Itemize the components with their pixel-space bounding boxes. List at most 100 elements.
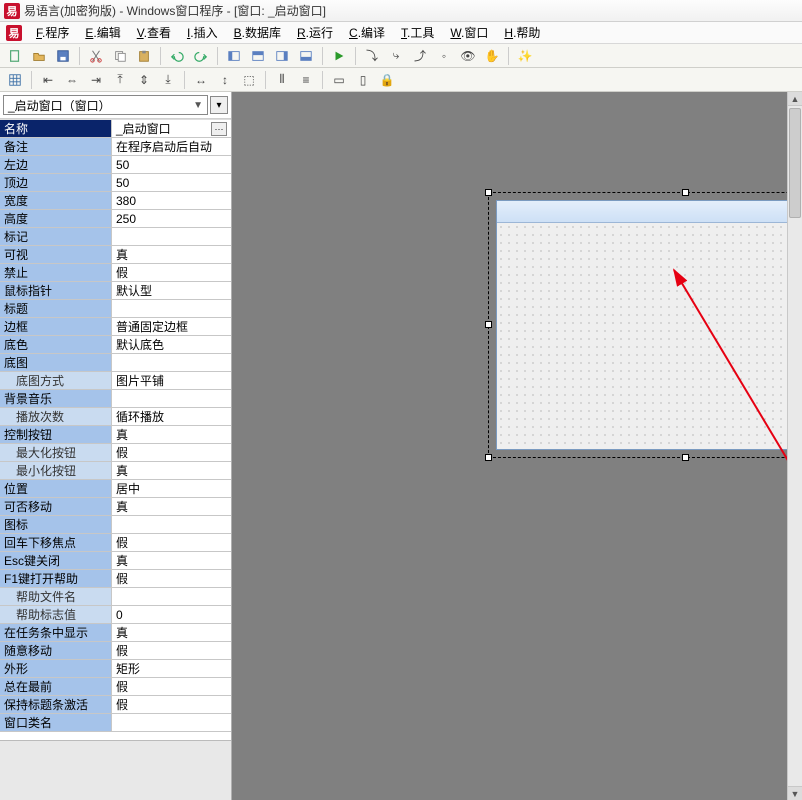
panel2-button[interactable] <box>247 46 269 66</box>
property-row[interactable]: 位置居中 <box>0 480 231 498</box>
property-row[interactable]: 窗口类名 <box>0 714 231 732</box>
center-in-form-h-button[interactable]: ▭ <box>328 70 350 90</box>
property-value[interactable] <box>112 516 231 533</box>
property-value[interactable] <box>112 714 231 731</box>
property-value[interactable]: 假 <box>112 444 231 461</box>
property-row[interactable]: 备注在程序启动后自动 <box>0 138 231 156</box>
property-row[interactable]: 底色默认底色 <box>0 336 231 354</box>
property-row[interactable]: 名称_启动窗口··· <box>0 120 231 138</box>
property-value[interactable] <box>112 354 231 371</box>
property-row[interactable]: 回车下移焦点假 <box>0 534 231 552</box>
property-row[interactable]: 控制按钮真 <box>0 426 231 444</box>
property-row[interactable]: 最大化按钮假 <box>0 444 231 462</box>
scroll-thumb[interactable] <box>789 108 801 218</box>
property-row[interactable]: 总在最前假 <box>0 678 231 696</box>
property-row[interactable]: F1键打开帮助假 <box>0 570 231 588</box>
property-row[interactable]: 随意移动假 <box>0 642 231 660</box>
menu-item[interactable]: R.运行 <box>289 22 341 43</box>
property-value[interactable]: 真 <box>112 426 231 443</box>
property-row[interactable]: 标记 <box>0 228 231 246</box>
property-value[interactable]: 0 <box>112 606 231 623</box>
property-row[interactable]: 可否移动真 <box>0 498 231 516</box>
property-value[interactable]: 假 <box>112 534 231 551</box>
scroll-down-icon[interactable]: ▼ <box>788 786 802 800</box>
ellipsis-button[interactable]: ··· <box>211 122 227 136</box>
property-value[interactable] <box>112 588 231 605</box>
panel1-button[interactable] <box>223 46 245 66</box>
property-row[interactable]: 播放次数循环播放 <box>0 408 231 426</box>
step-out-button[interactable]: ⤴ <box>409 46 431 66</box>
combo-expand-button[interactable]: ▾ <box>210 96 228 114</box>
property-value[interactable]: 50 <box>112 174 231 191</box>
align-right-button[interactable]: ⇥ <box>85 70 107 90</box>
property-value[interactable]: 默认型 <box>112 282 231 299</box>
property-row[interactable]: 图标 <box>0 516 231 534</box>
panel3-button[interactable] <box>271 46 293 66</box>
property-row[interactable]: 保持标题条激活假 <box>0 696 231 714</box>
property-value[interactable]: 50 <box>112 156 231 173</box>
open-button[interactable] <box>28 46 50 66</box>
resize-handle[interactable] <box>485 189 492 196</box>
align-top-button[interactable]: ⤒ <box>109 70 131 90</box>
property-row[interactable]: 左边50 <box>0 156 231 174</box>
property-value[interactable]: 居中 <box>112 480 231 497</box>
property-value[interactable]: 真 <box>112 624 231 641</box>
property-row[interactable]: 边框普通固定边框 <box>0 318 231 336</box>
redo-button[interactable] <box>190 46 212 66</box>
property-row[interactable]: 可视真 <box>0 246 231 264</box>
property-value[interactable]: 假 <box>112 642 231 659</box>
property-row[interactable]: 鼠标指针默认型 <box>0 282 231 300</box>
same-width-button[interactable]: ↔ <box>190 70 212 90</box>
align-center-v-button[interactable]: ⇕ <box>133 70 155 90</box>
panel4-button[interactable] <box>295 46 317 66</box>
menu-item[interactable]: V.查看 <box>129 22 179 43</box>
menu-item[interactable]: I.插入 <box>179 22 226 43</box>
property-value[interactable]: 380 <box>112 192 231 209</box>
property-row[interactable]: 高度250 <box>0 210 231 228</box>
property-row[interactable]: 底图方式图片平铺 <box>0 372 231 390</box>
property-row[interactable]: 底图 <box>0 354 231 372</box>
undo-button[interactable] <box>166 46 188 66</box>
property-row[interactable]: Esc键关闭真 <box>0 552 231 570</box>
property-value[interactable]: 假 <box>112 678 231 695</box>
watch-button[interactable]: 👁 <box>457 46 479 66</box>
resize-handle[interactable] <box>682 189 689 196</box>
property-row[interactable]: 外形矩形 <box>0 660 231 678</box>
menu-item[interactable]: H.帮助 <box>496 22 548 43</box>
property-value[interactable]: _启动窗口··· <box>112 120 231 137</box>
property-value[interactable]: 真 <box>112 246 231 263</box>
new-button[interactable] <box>4 46 26 66</box>
property-value[interactable]: 默认底色 <box>112 336 231 353</box>
same-height-button[interactable]: ↕ <box>214 70 236 90</box>
paste-button[interactable] <box>133 46 155 66</box>
menu-item[interactable]: C.编译 <box>341 22 393 43</box>
property-value[interactable] <box>112 300 231 317</box>
property-value[interactable]: 在程序启动后自动 <box>112 138 231 155</box>
menu-item[interactable]: F.程序 <box>28 22 77 43</box>
space-h-button[interactable]: ⫴ <box>271 70 293 90</box>
property-value[interactable]: 矩形 <box>112 660 231 677</box>
resize-handle[interactable] <box>485 321 492 328</box>
property-row[interactable]: 标题 <box>0 300 231 318</box>
property-value[interactable]: 250 <box>112 210 231 227</box>
breakpoint-button[interactable]: ◦ <box>433 46 455 66</box>
same-size-button[interactable]: ⬚ <box>238 70 260 90</box>
menu-item[interactable]: B.数据库 <box>226 22 289 43</box>
property-value[interactable]: 假 <box>112 264 231 281</box>
align-center-h-button[interactable]: ⇔ <box>61 70 83 90</box>
property-value[interactable]: 真 <box>112 498 231 515</box>
property-value[interactable]: 循环播放 <box>112 408 231 425</box>
object-combo[interactable]: _启动窗口（窗口） ▼ <box>3 95 208 115</box>
copy-button[interactable] <box>109 46 131 66</box>
center-in-form-v-button[interactable]: ▯ <box>352 70 374 90</box>
property-value[interactable]: 假 <box>112 570 231 587</box>
hand-button[interactable]: ✋ <box>481 46 503 66</box>
save-button[interactable] <box>52 46 74 66</box>
property-value[interactable]: 真 <box>112 462 231 479</box>
menu-item[interactable]: W.窗口 <box>442 22 496 43</box>
property-row[interactable]: 最小化按钮真 <box>0 462 231 480</box>
menu-item[interactable]: E.编辑 <box>77 22 128 43</box>
align-left-button[interactable]: ⇤ <box>37 70 59 90</box>
space-v-button[interactable]: ≡ <box>295 70 317 90</box>
property-value[interactable]: 假 <box>112 696 231 713</box>
